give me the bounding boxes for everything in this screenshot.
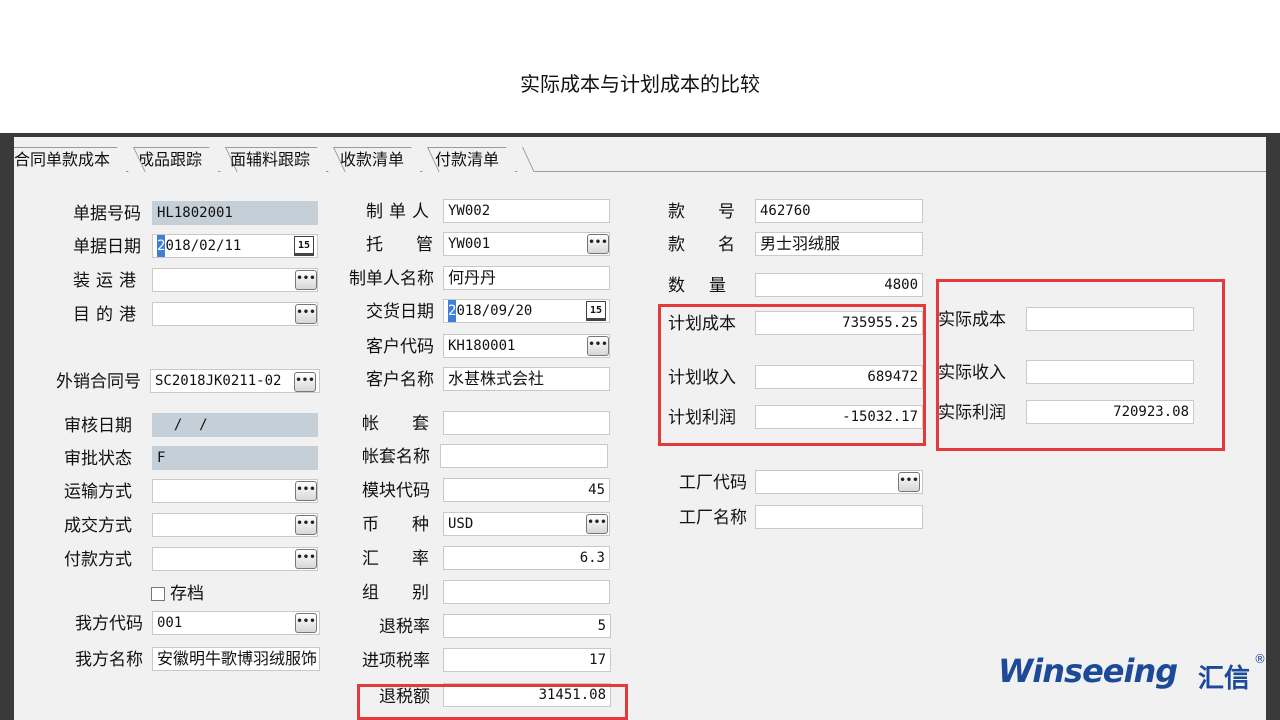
payment-method-field[interactable]	[152, 547, 318, 571]
label-factory-code: 工厂代码	[679, 473, 747, 493]
label-audit-date: 审核日期	[64, 416, 132, 436]
lookup-currency-button[interactable]: •••	[586, 514, 608, 534]
lookup-transport-button[interactable]: •••	[295, 481, 317, 501]
lookup-payment-method-button[interactable]: •••	[295, 549, 317, 569]
label-our-code: 我方代码	[75, 614, 143, 634]
lookup-our-code-button[interactable]: •••	[295, 613, 317, 633]
label-our-name: 我方名称	[75, 650, 143, 670]
delivery-date-field[interactable]: 2018/09/20	[443, 299, 610, 323]
winseeing-logo: Winseeing 汇信 ®	[998, 652, 1268, 698]
tax-refund-rate-field[interactable]: 5	[443, 614, 611, 638]
tab-material-tracking[interactable]: 面辅料跟踪	[223, 147, 327, 172]
logo-wordmark: Winseeing	[998, 652, 1178, 690]
lookup-customer-button[interactable]: •••	[587, 336, 609, 356]
archive-checkbox[interactable]	[151, 587, 165, 601]
lookup-factory-button[interactable]: •••	[898, 472, 920, 492]
lookup-dest-port-button[interactable]: •••	[295, 304, 317, 324]
label-tax-refund-rate: 退税率	[379, 617, 430, 637]
style-no-field[interactable]: 462760	[755, 199, 923, 223]
label-maker: 制单人	[366, 202, 435, 222]
tab-bar: 付款清单 收款清单 面辅料跟踪 成品跟踪 合同单款成本	[14, 137, 1266, 173]
label-load-port: 装运港	[73, 271, 142, 291]
label-doc-date: 单据日期	[73, 237, 141, 257]
exchange-rate-field[interactable]: 6.3	[443, 546, 610, 570]
label-factory-name: 工厂名称	[679, 508, 747, 528]
custodian-field[interactable]: YW001	[443, 232, 610, 256]
doc-no-field[interactable]: HL1802001	[152, 201, 318, 225]
factory-name-field[interactable]	[755, 505, 923, 529]
label-deal-method: 成交方式	[64, 516, 132, 536]
calendar-icon[interactable]: 15	[294, 236, 314, 256]
currency-field[interactable]: USD	[443, 512, 610, 536]
label-input-tax-rate: 进项税率	[362, 651, 430, 671]
transport-field[interactable]	[152, 479, 318, 503]
label-customer-name: 客户名称	[366, 370, 434, 390]
label-style-no: 款号	[668, 202, 768, 222]
deal-method-field[interactable]	[152, 513, 318, 537]
label-module-code: 模块代码	[362, 481, 430, 501]
tab-payment-list[interactable]: 付款清单	[428, 147, 516, 172]
label-customer-code: 客户代码	[366, 337, 434, 357]
approval-status-field: F	[152, 446, 318, 470]
lookup-deal-method-button[interactable]: •••	[295, 515, 317, 535]
customer-name-field[interactable]: 水甚株式会社	[443, 367, 610, 391]
logo-cjk-text: 汇信	[1198, 664, 1251, 694]
label-account-set-name: 帐套名称	[362, 447, 430, 467]
actual-figures-highlight	[936, 279, 1225, 451]
label-archive: 存档	[170, 584, 204, 604]
style-name-field[interactable]: 男士羽绒服	[755, 232, 923, 256]
customer-code-field[interactable]: KH180001	[443, 334, 610, 358]
audit-date-field: / /	[152, 413, 318, 437]
load-port-field[interactable]	[152, 268, 318, 292]
label-transport: 运输方式	[64, 482, 132, 502]
label-delivery-date: 交货日期	[366, 302, 434, 322]
calendar-icon[interactable]: 15	[586, 301, 606, 321]
group-field[interactable]	[443, 580, 610, 604]
our-name-field[interactable]: 安徽明牛歌博羽绒服饰	[152, 647, 320, 671]
slide-title: 实际成本与计划成本的比较	[520, 72, 760, 96]
quantity-field[interactable]: 4800	[755, 273, 923, 297]
label-export-contract: 外销合同号	[56, 372, 141, 392]
label-dest-port: 目的港	[73, 305, 142, 325]
tab-receipt-list[interactable]: 收款清单	[333, 147, 421, 172]
registered-mark: ®	[1254, 652, 1266, 666]
maker-field[interactable]: YW002	[443, 199, 610, 223]
module-code-field[interactable]: 45	[443, 478, 610, 502]
label-maker-name: 制单人名称	[349, 269, 434, 289]
label-quantity: 数量	[668, 276, 750, 296]
label-approval-status: 审批状态	[64, 449, 132, 469]
label-style-name: 款名	[668, 235, 768, 255]
maker-name-field[interactable]: 何丹丹	[443, 266, 610, 290]
plan-figures-highlight	[658, 304, 926, 446]
label-doc-no: 单据号码	[73, 204, 141, 224]
lookup-custodian-button[interactable]: •••	[587, 234, 609, 254]
lookup-load-port-button[interactable]: •••	[295, 270, 317, 290]
tab-contract-cost[interactable]: 合同单款成本	[14, 147, 127, 173]
dest-port-field[interactable]	[152, 302, 318, 326]
account-set-field[interactable]	[443, 411, 610, 435]
account-set-name-field[interactable]	[440, 444, 608, 468]
tax-refund-highlight	[357, 684, 628, 720]
input-tax-rate-field[interactable]: 17	[443, 648, 611, 672]
label-payment-method: 付款方式	[64, 550, 132, 570]
lookup-contract-button[interactable]: •••	[294, 372, 316, 392]
